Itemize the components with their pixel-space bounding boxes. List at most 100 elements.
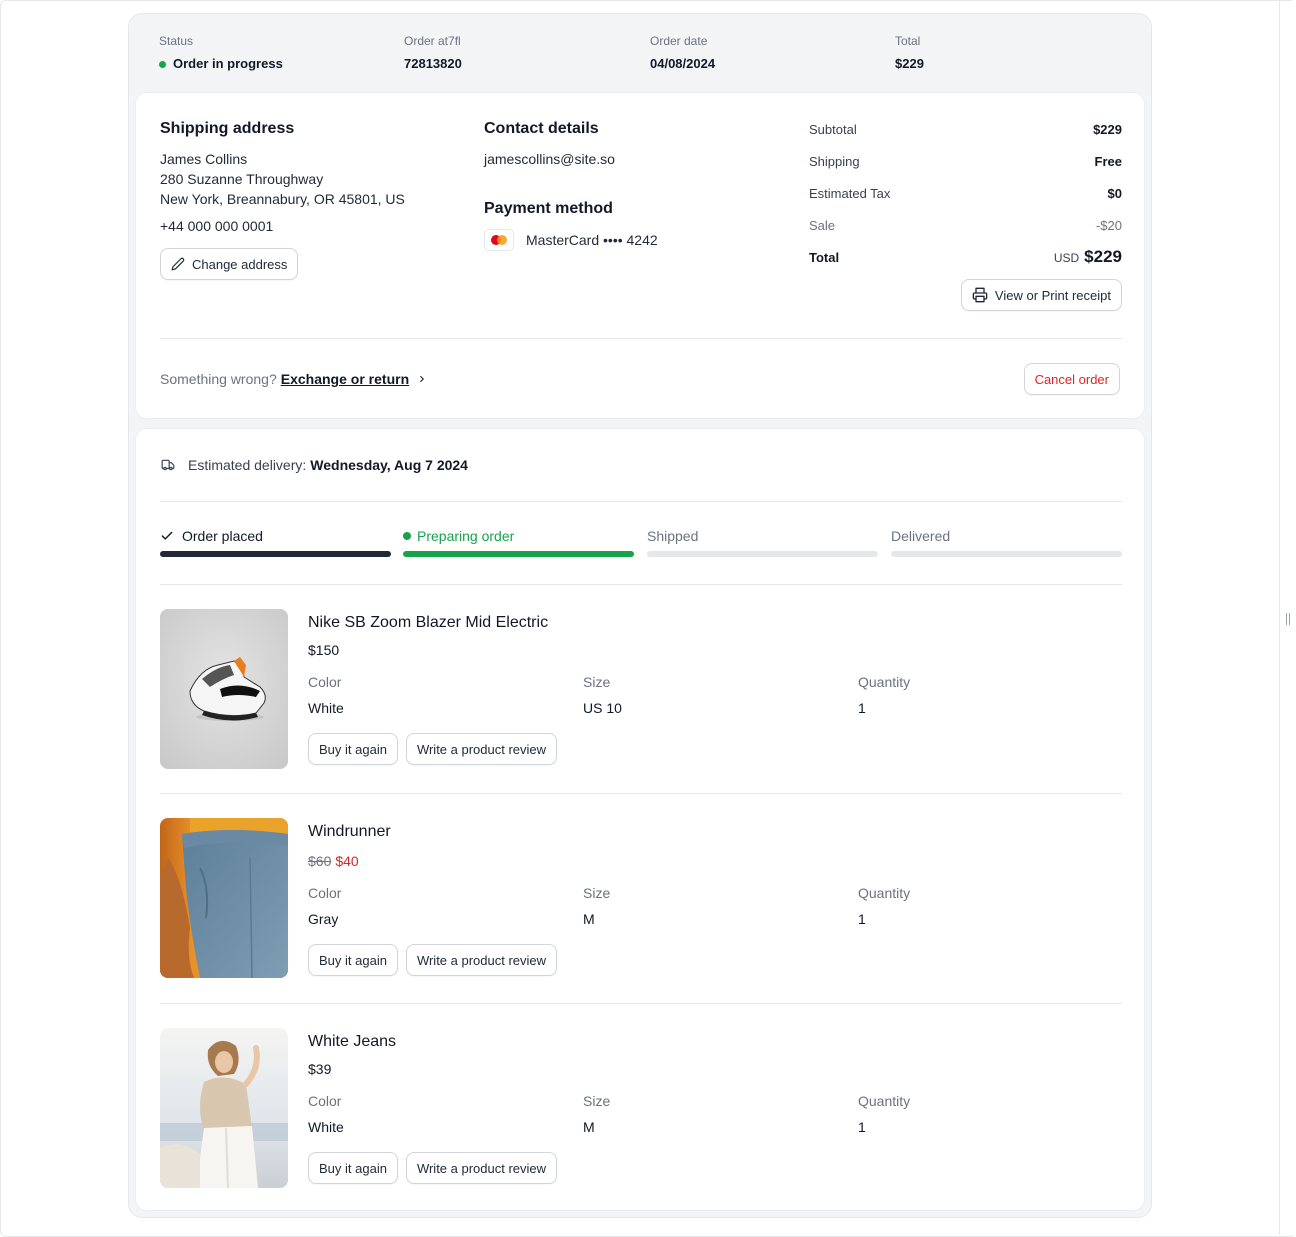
contact-details-title: Contact details [484, 120, 599, 137]
chevron-right-icon[interactable] [417, 374, 427, 384]
issue-prompt: Something wrong? [160, 371, 277, 387]
subtotal-row: Subtotal $229 [809, 113, 1122, 145]
quantity-value: 1 [858, 1119, 866, 1135]
color-value: White [308, 1119, 344, 1135]
product-attributes: Color White Size M Quantity 1 [308, 1092, 1122, 1136]
quantity-value: 1 [858, 911, 866, 927]
size-attr: Size M [583, 884, 610, 928]
shipping-cost-label: Shipping [809, 153, 860, 169]
step-label: Delivered [891, 528, 951, 544]
quantity-label: Quantity [858, 1093, 911, 1109]
quantity-value: 1 [858, 700, 866, 716]
order-progress-tracker: Order placed Preparing order Shipped Del… [160, 527, 1122, 561]
step-label: Order placed [182, 528, 263, 544]
step-preparing-order: Preparing order [403, 527, 634, 557]
write-review-button[interactable]: Write a product review [405, 1152, 558, 1184]
tax-value: $0 [1107, 185, 1122, 201]
size-value: M [583, 1119, 595, 1135]
status-label: Status [159, 34, 194, 48]
tax-row: Estimated Tax $0 [809, 177, 1122, 209]
step-order-placed: Order placed [160, 527, 391, 557]
change-address-button[interactable]: Change address [160, 248, 299, 280]
step-label: Shipped [647, 528, 699, 544]
shipping-name: James Collins [160, 151, 248, 167]
shipping-address-section: Shipping address James Collins 280 Suzan… [160, 119, 460, 280]
contact-section: Contact details jamescollins@site.so Pay… [484, 119, 784, 251]
color-value: Gray [308, 911, 339, 927]
product-image-sneaker[interactable] [160, 609, 288, 769]
color-label: Color [308, 1093, 342, 1109]
product-price: $150 [308, 641, 1122, 659]
product-name[interactable]: White Jeans [308, 1032, 1122, 1052]
order-summary-header: Status Order in progress Order at7fl 728… [159, 34, 1139, 74]
color-attr: Color White [308, 673, 344, 717]
order-total-field: Total $229 [895, 34, 924, 72]
resize-grip-icon[interactable] [1286, 613, 1290, 625]
shipping-cost-value: Free [1094, 153, 1122, 169]
contact-email: jamescollins@site.so [484, 151, 615, 167]
sale-value: -$20 [1095, 217, 1122, 233]
subtotal-label: Subtotal [809, 121, 857, 137]
shipping-street: 280 Suzanne Throughway [160, 171, 324, 187]
quantity-attr: Quantity 1 [858, 1092, 910, 1136]
product-name[interactable]: Windrunner [308, 822, 1122, 842]
product-item: Windrunner $60 $40 Color Gray Size M Quan… [160, 818, 1122, 979]
step-delivered: Delivered [891, 527, 1122, 557]
cancel-order-button[interactable]: Cancel order [1023, 363, 1120, 395]
size-label: Size [583, 1093, 611, 1109]
sale-label: Sale [809, 217, 836, 233]
shipping-phone: +44 000 000 0001 [160, 218, 274, 234]
product-name[interactable]: Nike SB Zoom Blazer Mid Electric [308, 613, 1122, 633]
color-label: Color [308, 885, 342, 901]
product-attributes: Color Gray Size M Quantity 1 [308, 884, 1122, 928]
product-image-windrunner[interactable] [160, 818, 288, 978]
change-address-label: Change address [192, 256, 288, 272]
step-progress-bar [647, 551, 878, 557]
product-divider [160, 793, 1122, 794]
delivery-date: Wednesday, Aug 7 2024 [310, 457, 468, 473]
product-sale-price: $40 [335, 853, 359, 869]
pencil-icon [171, 257, 185, 271]
product-attributes: Color White Size US 10 Quantity 1 [308, 673, 1122, 717]
order-number-value: 72813820 [404, 56, 462, 71]
payment-card-text: MasterCard •••• 4242 [526, 232, 658, 248]
order-details-container: Status Order in progress Order at7fl 728… [128, 13, 1152, 1218]
order-date-label: Order date [650, 34, 708, 48]
product-price: $39 [308, 1060, 1122, 1078]
write-review-button[interactable]: Write a product review [405, 733, 558, 765]
card-divider [160, 338, 1122, 339]
write-review-button[interactable]: Write a product review [405, 944, 558, 976]
price-summary-section: Subtotal $229 Shipping Free Estimated Ta… [809, 119, 1122, 311]
product-image-white-jeans[interactable] [160, 1028, 288, 1188]
payment-method-row: MasterCard •••• 4242 [484, 229, 784, 251]
shipping-city: New York, Breannabury, OR 45801, US [160, 191, 405, 207]
quantity-label: Quantity [858, 674, 911, 690]
product-info: White Jeans $39 Color White Size M Quant… [308, 1032, 1122, 1184]
truck-icon [161, 459, 175, 471]
step-label: Preparing order [417, 528, 515, 544]
subtotal-value: $229 [1093, 121, 1122, 137]
order-number-label: Order at7fl [404, 34, 461, 48]
side-resize-rail[interactable] [1279, 1, 1296, 1235]
buy-again-button[interactable]: Buy it again [308, 733, 398, 765]
step-progress-bar [160, 551, 391, 557]
order-number-field: Order at7fl 72813820 [404, 34, 462, 72]
step-shipped: Shipped [647, 527, 878, 557]
buy-again-button[interactable]: Buy it again [308, 944, 398, 976]
product-price: $60 $40 [308, 852, 1122, 870]
receipt-button-label: View or Print receipt [994, 287, 1111, 303]
product-original-price: $60 [308, 853, 332, 869]
sale-row: Sale -$20 [809, 209, 1122, 241]
product-divider [160, 1003, 1122, 1004]
buy-again-button[interactable]: Buy it again [308, 1152, 398, 1184]
size-attr: Size US 10 [583, 673, 622, 717]
view-print-receipt-button[interactable]: View or Print receipt [960, 279, 1122, 311]
size-label: Size [583, 674, 611, 690]
order-total-label: Total [895, 34, 921, 48]
shipment-card: Estimated delivery: Wednesday, Aug 7 202… [135, 428, 1145, 1211]
product-item: White Jeans $39 Color White Size M Quant… [160, 1028, 1122, 1189]
exchange-return-link[interactable]: Exchange or return [281, 371, 409, 387]
total-amount: $229 [1084, 247, 1122, 266]
color-value: White [308, 700, 344, 716]
color-attr: Color White [308, 1092, 344, 1136]
